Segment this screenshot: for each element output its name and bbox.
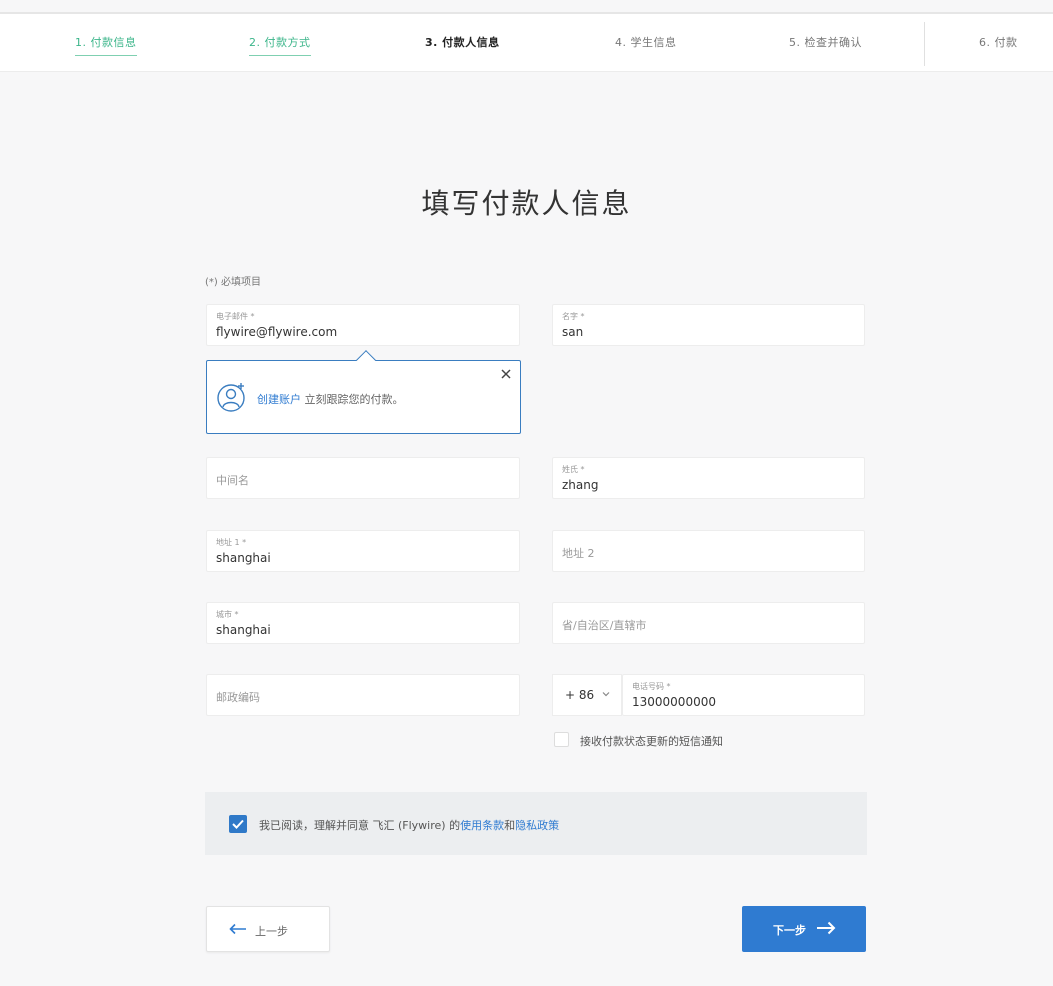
first-name-label: 名字 *	[562, 312, 585, 321]
middle-name-field[interactable]: 中间名	[206, 457, 520, 499]
city-label: 城市 *	[216, 610, 239, 619]
postal-code-placeholder: 邮政编码	[216, 691, 260, 704]
country-code-select[interactable]: + 86	[552, 674, 622, 716]
terms-text: 我已阅读，理解并同意 飞汇 (Flywire) 的使用条款和隐私政策	[259, 817, 559, 833]
city-value[interactable]: shanghai	[216, 623, 496, 637]
sms-notification-label[interactable]: 接收付款状态更新的短信通知	[580, 733, 723, 749]
create-account-link[interactable]: 创建账户	[257, 393, 301, 406]
first-name-field[interactable]: 名字 * san	[552, 304, 865, 346]
phone-field[interactable]: 电话号码 * 13000000000	[622, 674, 865, 716]
first-name-value[interactable]: san	[562, 325, 842, 339]
terms-box: 我已阅读，理解并同意 飞汇 (Flywire) 的使用条款和隐私政策	[205, 792, 867, 855]
required-note: (*) 必填项目	[205, 277, 261, 288]
step-review-confirm: 5. 检查并确认	[789, 36, 862, 49]
terms-and: 和	[504, 819, 516, 832]
terms-checkbox[interactable]	[229, 815, 247, 833]
last-name-value[interactable]: zhang	[562, 478, 842, 492]
back-button-label: 上一步	[255, 925, 288, 938]
step-payment-info[interactable]: 1. 付款信息	[75, 34, 137, 56]
address1-label: 地址 1 *	[216, 538, 247, 547]
popover-message: 创建账户 立刻跟踪您的付款。	[257, 391, 404, 407]
address1-value[interactable]: shanghai	[216, 551, 496, 565]
popover-arrow	[356, 350, 376, 370]
email-field[interactable]: 电子邮件 * flywire@flywire.com	[206, 304, 520, 346]
create-account-popover: 创建账户 立刻跟踪您的付款。	[206, 350, 521, 434]
last-name-label: 姓氏 *	[562, 465, 585, 474]
province-field[interactable]: 省/自治区/直辖市	[552, 602, 865, 644]
chevron-down-icon	[602, 692, 610, 697]
email-label: 电子邮件 *	[216, 312, 255, 321]
step-payer-info: 3. 付款人信息	[425, 36, 500, 49]
step-student-info: 4. 学生信息	[615, 36, 677, 49]
phone-value[interactable]: 13000000000	[632, 695, 912, 709]
city-field[interactable]: 城市 * shanghai	[206, 602, 520, 644]
step-payment-method[interactable]: 2. 付款方式	[249, 34, 311, 56]
province-placeholder: 省/自治区/直辖市	[562, 619, 647, 632]
privacy-policy-link[interactable]: 隐私政策	[515, 819, 559, 832]
arrow-right-icon	[817, 921, 836, 935]
progress-stepper: 1. 付款信息 2. 付款方式 3. 付款人信息 4. 学生信息 5. 检查并确…	[0, 12, 1053, 72]
address1-field[interactable]: 地址 1 * shanghai	[206, 530, 520, 572]
back-button[interactable]: 上一步	[206, 906, 330, 952]
last-name-field[interactable]: 姓氏 * zhang	[552, 457, 865, 499]
add-user-icon	[217, 383, 245, 412]
step-pay: 6. 付款	[979, 36, 1018, 49]
terms-prefix: 我已阅读，理解并同意 飞汇 (Flywire) 的	[259, 819, 461, 832]
sms-notification-checkbox[interactable]	[554, 732, 569, 747]
page-title: 填写付款人信息	[421, 187, 632, 220]
close-icon[interactable]	[500, 368, 512, 380]
middle-name-placeholder: 中间名	[216, 474, 249, 487]
phone-label: 电话号码 *	[632, 682, 671, 691]
popover-text: 立刻跟踪您的付款。	[301, 393, 404, 406]
email-value[interactable]: flywire@flywire.com	[216, 325, 496, 339]
next-button[interactable]: 下一步	[742, 906, 866, 952]
address2-placeholder: 地址 2	[562, 547, 595, 560]
stepper-divider	[924, 22, 925, 66]
address2-field[interactable]: 地址 2	[552, 530, 865, 572]
check-icon	[232, 819, 244, 829]
country-code-value: + 86	[565, 688, 595, 702]
postal-code-field[interactable]: 邮政编码	[206, 674, 520, 716]
terms-of-use-link[interactable]: 使用条款	[460, 819, 504, 832]
next-button-label: 下一步	[773, 924, 806, 937]
arrow-left-icon	[229, 923, 246, 935]
